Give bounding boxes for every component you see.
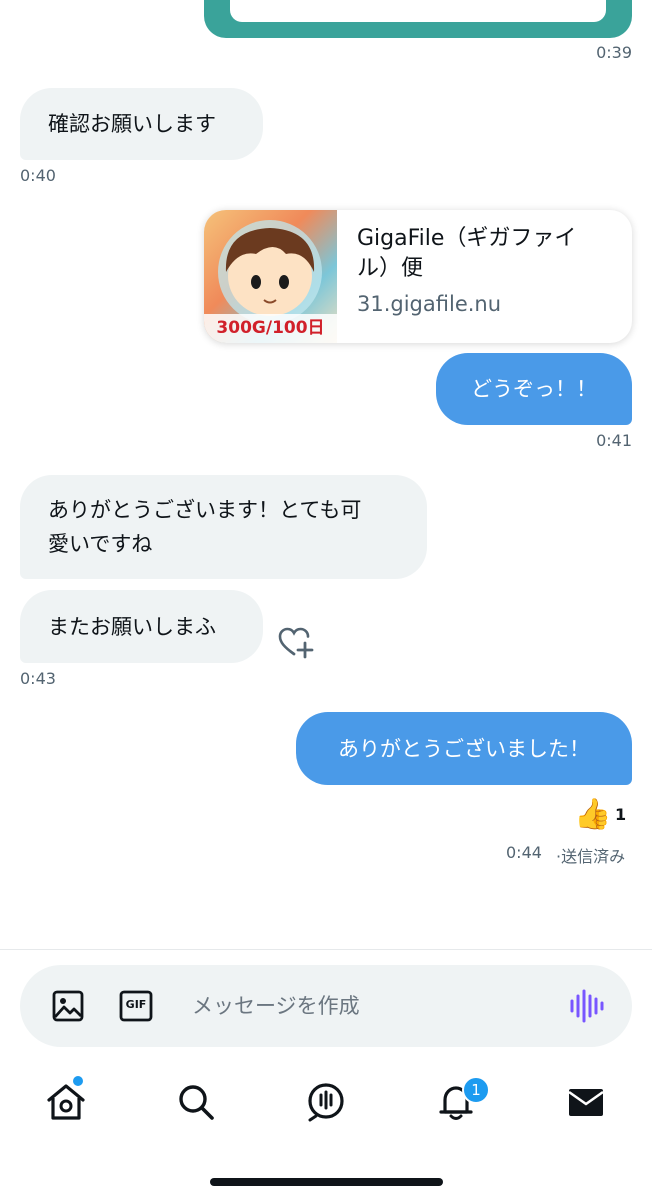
thumbs-up-reaction[interactable]: 👍 — [574, 796, 611, 834]
timestamp: 0:41 — [596, 431, 632, 450]
gif-label: GIF — [125, 998, 147, 1011]
timestamp: 0:40 — [20, 166, 56, 185]
received-message[interactable]: またお願いしまふ — [20, 590, 263, 663]
timestamp: 0:39 — [596, 43, 632, 62]
link-text: GigaFile（ギガファイ ル）便 31.gigafile.nu — [337, 210, 632, 343]
link-title-line1: GigaFile（ギガファイ — [357, 226, 577, 251]
sent-status: ·送信済み — [556, 847, 626, 866]
received-message[interactable]: ありがとうございます！とても可 愛いですね — [20, 475, 427, 579]
home-indicator[interactable] — [210, 1178, 443, 1186]
link-title-line2: ル）便 — [357, 256, 424, 281]
timestamp: 0:44 — [506, 843, 542, 862]
unread-dot — [73, 1076, 83, 1086]
mail-icon[interactable] — [564, 1080, 608, 1124]
divider — [0, 949, 652, 950]
received-message[interactable]: 確認お願いします — [20, 88, 263, 160]
timestamp: 0:43 — [20, 669, 56, 688]
message-line: ありがとうございます！とても可 — [48, 498, 362, 522]
notification-badge: 1 — [462, 1076, 490, 1104]
sent-message[interactable]: どうぞっ！！ — [436, 353, 632, 425]
link-domain: 31.gigafile.nu — [357, 292, 502, 316]
home-icon[interactable] — [44, 1076, 88, 1124]
spaces-icon[interactable] — [304, 1080, 348, 1124]
gif-icon[interactable]: GIF — [118, 988, 154, 1024]
link-thumbnail: 300G/100日 — [204, 210, 337, 343]
reaction-count: 1 — [615, 805, 627, 824]
sent-message[interactable]: ありがとうございました！ — [296, 712, 632, 785]
voice-wave-icon[interactable] — [568, 988, 604, 1024]
message-input[interactable] — [192, 985, 552, 1027]
message-line: 愛いですね — [48, 532, 153, 556]
link-preview-card[interactable]: 300G/100日 GigaFile（ギガファイ ル）便 31.gigafile… — [204, 210, 632, 343]
previous-card-body — [230, 0, 606, 22]
search-icon[interactable] — [174, 1080, 218, 1124]
image-icon[interactable] — [50, 988, 86, 1024]
thumbnail-caption: 300G/100日 — [216, 318, 325, 338]
heart-plus-icon[interactable] — [278, 626, 314, 660]
